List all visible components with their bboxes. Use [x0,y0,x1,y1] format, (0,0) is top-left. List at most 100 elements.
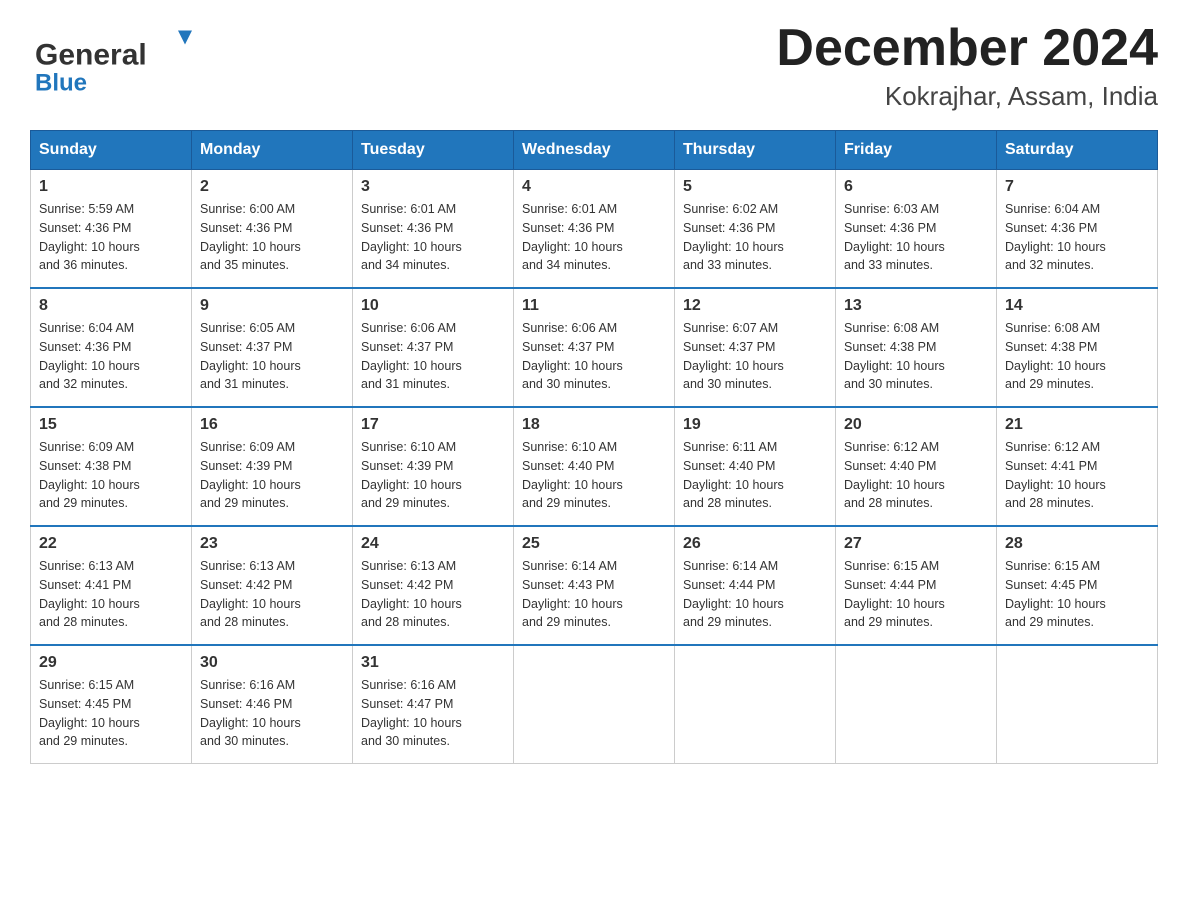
day-number: 29 [39,654,183,672]
week-row-5: 29 Sunrise: 6:15 AMSunset: 4:45 PMDaylig… [31,645,1158,764]
calendar-cell: 3 Sunrise: 6:01 AMSunset: 4:36 PMDayligh… [353,170,514,289]
week-row-3: 15 Sunrise: 6:09 AMSunset: 4:38 PMDaylig… [31,407,1158,526]
day-info: Sunrise: 6:06 AMSunset: 4:37 PMDaylight:… [522,319,666,394]
header-tuesday: Tuesday [353,131,514,170]
day-number: 8 [39,297,183,315]
header-friday: Friday [836,131,997,170]
day-number: 13 [844,297,988,315]
day-info: Sunrise: 6:06 AMSunset: 4:37 PMDaylight:… [361,319,505,394]
day-number: 14 [1005,297,1149,315]
week-row-4: 22 Sunrise: 6:13 AMSunset: 4:41 PMDaylig… [31,526,1158,645]
page-header: General Blue December 2024 Kokrajhar, As… [30,20,1158,112]
calendar-cell: 29 Sunrise: 6:15 AMSunset: 4:45 PMDaylig… [31,645,192,764]
calendar-cell: 15 Sunrise: 6:09 AMSunset: 4:38 PMDaylig… [31,407,192,526]
calendar-cell: 21 Sunrise: 6:12 AMSunset: 4:41 PMDaylig… [997,407,1158,526]
day-number: 28 [1005,535,1149,553]
calendar-cell: 25 Sunrise: 6:14 AMSunset: 4:43 PMDaylig… [514,526,675,645]
calendar-cell [514,645,675,764]
calendar-cell: 31 Sunrise: 6:16 AMSunset: 4:47 PMDaylig… [353,645,514,764]
calendar-cell: 2 Sunrise: 6:00 AMSunset: 4:36 PMDayligh… [192,170,353,289]
calendar-cell: 9 Sunrise: 6:05 AMSunset: 4:37 PMDayligh… [192,288,353,407]
day-info: Sunrise: 6:13 AMSunset: 4:42 PMDaylight:… [200,557,344,632]
day-info: Sunrise: 6:01 AMSunset: 4:36 PMDaylight:… [522,200,666,275]
day-info: Sunrise: 6:13 AMSunset: 4:41 PMDaylight:… [39,557,183,632]
calendar-cell: 16 Sunrise: 6:09 AMSunset: 4:39 PMDaylig… [192,407,353,526]
day-info: Sunrise: 6:15 AMSunset: 4:45 PMDaylight:… [39,676,183,751]
day-info: Sunrise: 6:14 AMSunset: 4:44 PMDaylight:… [683,557,827,632]
calendar-cell: 12 Sunrise: 6:07 AMSunset: 4:37 PMDaylig… [675,288,836,407]
day-info: Sunrise: 6:10 AMSunset: 4:39 PMDaylight:… [361,438,505,513]
day-number: 12 [683,297,827,315]
day-number: 3 [361,178,505,196]
day-number: 15 [39,416,183,434]
calendar-cell: 23 Sunrise: 6:13 AMSunset: 4:42 PMDaylig… [192,526,353,645]
day-number: 27 [844,535,988,553]
day-number: 6 [844,178,988,196]
calendar-cell: 7 Sunrise: 6:04 AMSunset: 4:36 PMDayligh… [997,170,1158,289]
calendar-cell [836,645,997,764]
day-info: Sunrise: 6:09 AMSunset: 4:39 PMDaylight:… [200,438,344,513]
calendar-cell: 6 Sunrise: 6:03 AMSunset: 4:36 PMDayligh… [836,170,997,289]
header-monday: Monday [192,131,353,170]
day-number: 30 [200,654,344,672]
header-sunday: Sunday [31,131,192,170]
header-wednesday: Wednesday [514,131,675,170]
day-info: Sunrise: 6:05 AMSunset: 4:37 PMDaylight:… [200,319,344,394]
logo-svg: General Blue [30,20,220,100]
day-number: 24 [361,535,505,553]
header-thursday: Thursday [675,131,836,170]
svg-text:General: General [35,39,147,72]
day-number: 18 [522,416,666,434]
day-info: Sunrise: 6:04 AMSunset: 4:36 PMDaylight:… [1005,200,1149,275]
day-number: 23 [200,535,344,553]
week-row-1: 1 Sunrise: 5:59 AMSunset: 4:36 PMDayligh… [31,170,1158,289]
day-number: 16 [200,416,344,434]
day-info: Sunrise: 6:11 AMSunset: 4:40 PMDaylight:… [683,438,827,513]
day-number: 1 [39,178,183,196]
calendar-cell: 4 Sunrise: 6:01 AMSunset: 4:36 PMDayligh… [514,170,675,289]
day-number: 4 [522,178,666,196]
header-saturday: Saturday [997,131,1158,170]
day-number: 22 [39,535,183,553]
calendar-cell: 28 Sunrise: 6:15 AMSunset: 4:45 PMDaylig… [997,526,1158,645]
day-info: Sunrise: 6:10 AMSunset: 4:40 PMDaylight:… [522,438,666,513]
day-info: Sunrise: 6:14 AMSunset: 4:43 PMDaylight:… [522,557,666,632]
day-info: Sunrise: 6:09 AMSunset: 4:38 PMDaylight:… [39,438,183,513]
day-info: Sunrise: 6:13 AMSunset: 4:42 PMDaylight:… [361,557,505,632]
day-info: Sunrise: 6:12 AMSunset: 4:40 PMDaylight:… [844,438,988,513]
day-number: 10 [361,297,505,315]
day-number: 21 [1005,416,1149,434]
calendar-cell: 5 Sunrise: 6:02 AMSunset: 4:36 PMDayligh… [675,170,836,289]
day-info: Sunrise: 6:08 AMSunset: 4:38 PMDaylight:… [844,319,988,394]
calendar-cell: 26 Sunrise: 6:14 AMSunset: 4:44 PMDaylig… [675,526,836,645]
logo: General Blue [30,20,220,100]
calendar-cell [675,645,836,764]
calendar-cell: 20 Sunrise: 6:12 AMSunset: 4:40 PMDaylig… [836,407,997,526]
calendar-location: Kokrajhar, Assam, India [776,81,1158,112]
day-info: Sunrise: 6:01 AMSunset: 4:36 PMDaylight:… [361,200,505,275]
calendar-cell: 14 Sunrise: 6:08 AMSunset: 4:38 PMDaylig… [997,288,1158,407]
calendar-header-row: SundayMondayTuesdayWednesdayThursdayFrid… [31,131,1158,170]
day-number: 20 [844,416,988,434]
calendar-cell: 13 Sunrise: 6:08 AMSunset: 4:38 PMDaylig… [836,288,997,407]
week-row-2: 8 Sunrise: 6:04 AMSunset: 4:36 PMDayligh… [31,288,1158,407]
day-info: Sunrise: 6:15 AMSunset: 4:44 PMDaylight:… [844,557,988,632]
svg-text:Blue: Blue [35,70,87,97]
day-number: 5 [683,178,827,196]
day-number: 26 [683,535,827,553]
calendar-cell: 8 Sunrise: 6:04 AMSunset: 4:36 PMDayligh… [31,288,192,407]
day-info: Sunrise: 6:16 AMSunset: 4:46 PMDaylight:… [200,676,344,751]
calendar-cell: 18 Sunrise: 6:10 AMSunset: 4:40 PMDaylig… [514,407,675,526]
day-info: Sunrise: 6:03 AMSunset: 4:36 PMDaylight:… [844,200,988,275]
day-number: 31 [361,654,505,672]
day-number: 19 [683,416,827,434]
day-number: 25 [522,535,666,553]
day-number: 2 [200,178,344,196]
calendar-title: December 2024 [776,20,1158,77]
title-block: December 2024 Kokrajhar, Assam, India [776,20,1158,112]
calendar-cell: 19 Sunrise: 6:11 AMSunset: 4:40 PMDaylig… [675,407,836,526]
calendar-cell: 11 Sunrise: 6:06 AMSunset: 4:37 PMDaylig… [514,288,675,407]
day-info: Sunrise: 6:12 AMSunset: 4:41 PMDaylight:… [1005,438,1149,513]
day-info: Sunrise: 6:08 AMSunset: 4:38 PMDaylight:… [1005,319,1149,394]
day-info: Sunrise: 6:00 AMSunset: 4:36 PMDaylight:… [200,200,344,275]
